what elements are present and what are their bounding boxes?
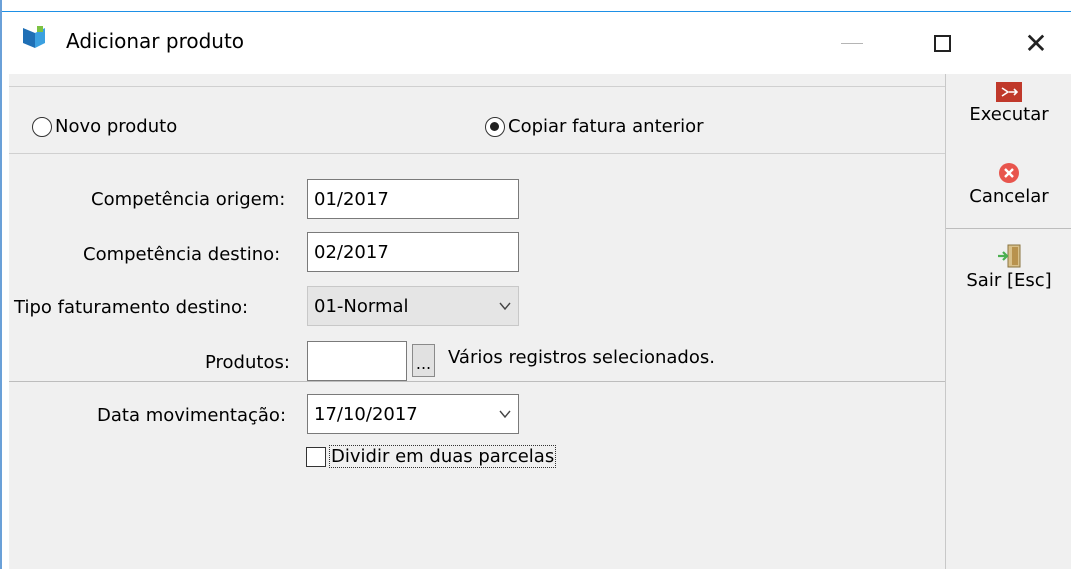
app-logo-icon [23,26,45,48]
form-area: Novo produto Copiar fatura anterior Comp… [9,74,945,569]
action-sidebar: Executar Cancelar Sair [Esc] [945,74,1071,569]
produtos-label: Produtos: [205,352,290,373]
checkbox-box [306,446,326,467]
tipo-faturamento-select[interactable]: 01-Normal [307,286,519,326]
tipo-faturamento-value: 01-Normal [314,295,409,317]
dividir-parcelas-label: Dividir em duas parcelas [328,445,557,468]
competencia-destino-input[interactable] [307,232,519,272]
sidebar-divider [946,228,1071,229]
sair-label: Sair [Esc] [966,270,1052,291]
radio-copiar-fatura[interactable]: Copiar fatura anterior [485,116,704,137]
chevron-down-icon [499,410,511,419]
competencia-destino-label: Competência destino: [83,244,281,265]
radio-copiar-label: Copiar fatura anterior [508,116,704,137]
cancelar-label: Cancelar [969,186,1049,207]
dividir-parcelas-checkbox[interactable]: Dividir em duas parcelas [306,445,557,468]
window-border [0,0,2,569]
competencia-origem-input[interactable] [307,179,519,219]
close-icon: ✕ [1024,26,1048,60]
data-movimentacao-picker[interactable]: 17/10/2017 [307,394,519,434]
dialog-content: Novo produto Copiar fatura anterior Comp… [9,74,1071,569]
minimize-button[interactable] [817,12,887,74]
radio-novo-produto[interactable]: Novo produto [32,116,177,137]
minimize-icon [841,42,863,44]
radio-novo-circle [32,116,52,137]
tipo-faturamento-label: Tipo faturamento destino: [14,297,249,318]
executar-icon [996,82,1022,102]
cancelar-button[interactable]: Cancelar [946,162,1071,207]
maximize-button[interactable] [907,12,977,74]
executar-button[interactable]: Executar [946,82,1071,125]
cancel-icon [999,163,1019,183]
close-button[interactable]: ✕ [1001,12,1071,74]
chevron-down-icon [499,302,511,311]
produtos-selection-note: Vários registros selecionados. [448,347,715,368]
data-movimentacao-value: 17/10/2017 [314,403,418,425]
executar-label: Executar [969,104,1049,125]
radio-novo-label: Novo produto [55,116,178,137]
exit-door-icon [998,244,1021,268]
sair-button[interactable]: Sair [Esc] [946,244,1071,291]
maximize-icon [933,34,951,52]
window-title: Adicionar produto [66,29,245,53]
produtos-browse-button[interactable]: ... [412,344,435,377]
radio-copiar-circle [485,116,505,137]
background-window-strip [0,0,1071,12]
data-movimentacao-label: Data movimentação: [97,405,287,426]
competencia-origem-label: Competência origem: [91,189,286,210]
produtos-input[interactable] [307,341,407,381]
